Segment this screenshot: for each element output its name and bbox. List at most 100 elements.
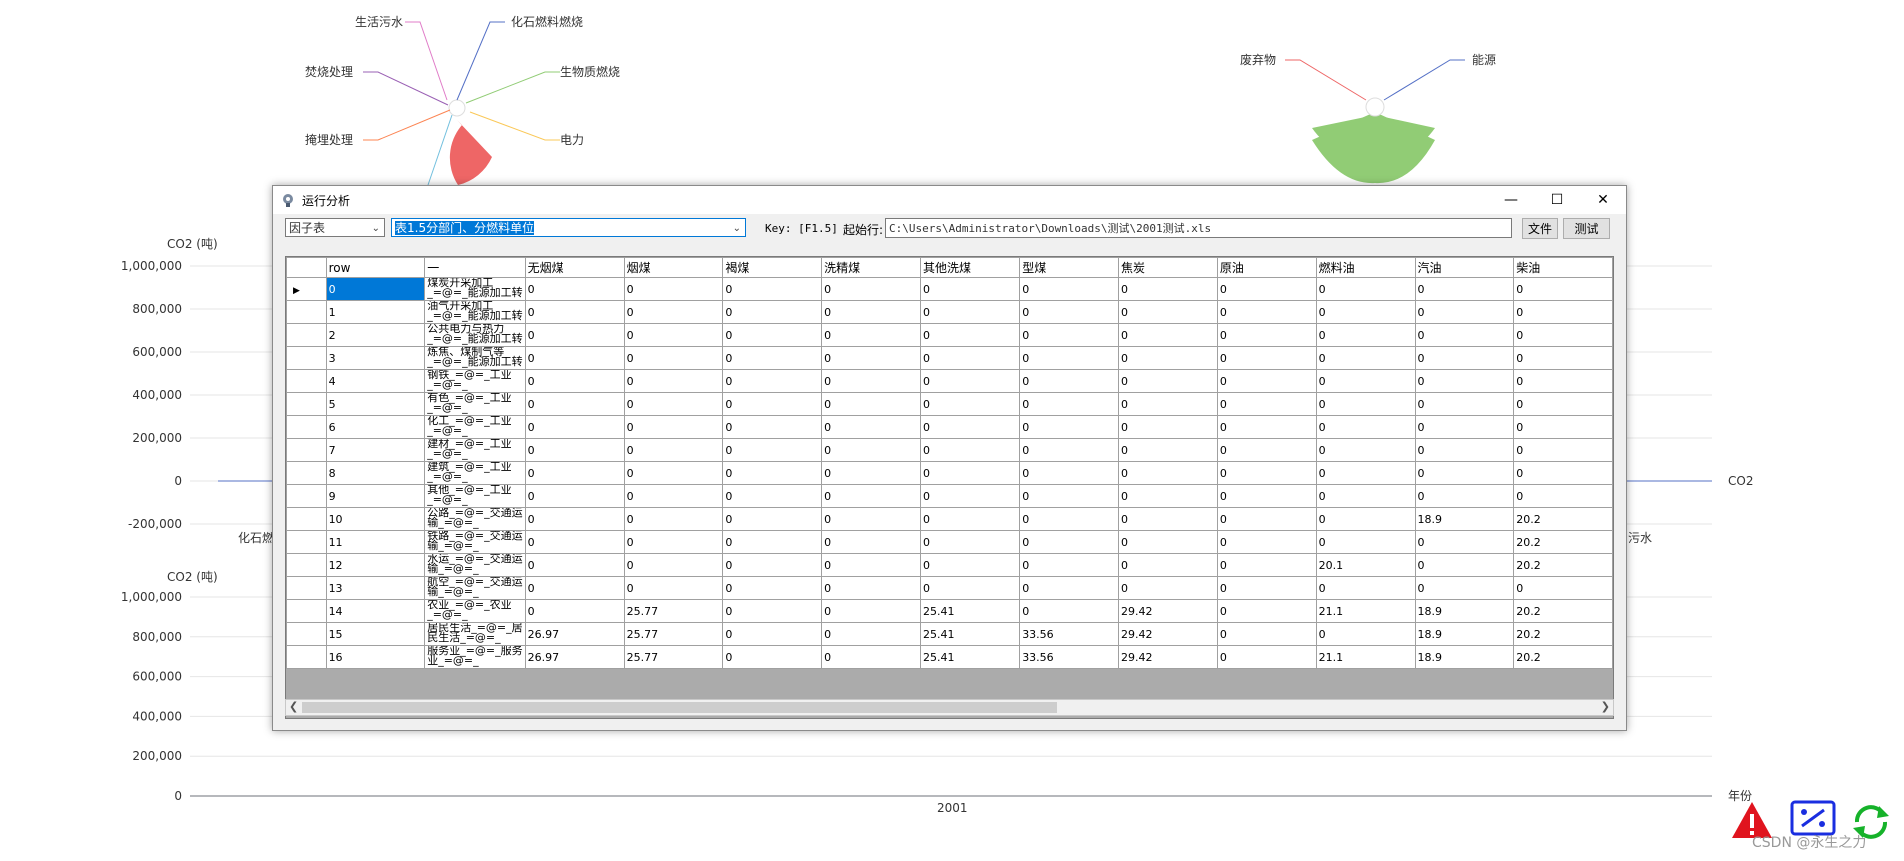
- table-cell[interactable]: 油气开采加工 _=@=_能源加工转: [424, 300, 526, 324]
- table-cell[interactable]: 0: [821, 438, 922, 462]
- table-cell[interactable]: 0: [1315, 507, 1416, 531]
- table-cell[interactable]: 有色_=@=_工业 _=@=_: [424, 392, 526, 416]
- table-cell[interactable]: 33.56: [1019, 645, 1120, 669]
- table-cell[interactable]: 16: [325, 645, 426, 669]
- table-cell[interactable]: 0: [1019, 576, 1120, 600]
- table-cell[interactable]: 0: [1513, 415, 1613, 439]
- table-cell[interactable]: 服务业_=@=_服务 业_=@=_: [424, 645, 526, 669]
- table-cell[interactable]: 0: [524, 300, 625, 324]
- table-cell[interactable]: 0: [1118, 346, 1218, 370]
- table-cell[interactable]: 0: [1315, 530, 1416, 554]
- table-cell[interactable]: 0: [623, 369, 724, 393]
- factor-select[interactable]: 因子表 ⌄: [285, 218, 385, 237]
- table-cell[interactable]: 0: [1019, 323, 1120, 347]
- table-cell[interactable]: 21.1: [1315, 645, 1416, 669]
- table-cell[interactable]: 0: [1414, 346, 1515, 370]
- table-cell[interactable]: 20.2: [1513, 622, 1613, 646]
- table-cell[interactable]: 0: [1315, 461, 1416, 485]
- row-header[interactable]: [286, 346, 327, 370]
- table-cell[interactable]: 0: [1315, 323, 1416, 347]
- row-header[interactable]: [286, 323, 327, 347]
- table-cell[interactable]: 0: [1216, 645, 1317, 669]
- table-cell[interactable]: 0: [1216, 576, 1317, 600]
- table-cell[interactable]: 0: [821, 622, 922, 646]
- row-header[interactable]: [286, 645, 327, 669]
- table-row[interactable]: 6 化工_=@=_工业 _=@=_ 0 0 0 0 0 0 0 0 0 0 0: [286, 415, 1613, 439]
- table-cell[interactable]: 0: [821, 599, 922, 623]
- table-row[interactable]: 15 居民生活_=@=_居 民生活_=@=_ 26.97 25.77 0 0 25.41 33.…: [286, 622, 1613, 646]
- table-cell[interactable]: 0: [1315, 415, 1416, 439]
- column-header[interactable]: 汽油: [1414, 257, 1515, 278]
- table-cell[interactable]: 0: [1414, 530, 1515, 554]
- table-cell[interactable]: 20.2: [1513, 645, 1613, 669]
- table-row[interactable]: 12 水运_=@=_交通运 输_=@=_ 0 0 0 0 0 0 0 0 20.1 0 20.2: [286, 553, 1613, 577]
- table-cell[interactable]: 0: [821, 346, 922, 370]
- table-cell[interactable]: 0: [623, 576, 724, 600]
- table-cell[interactable]: 化工_=@=_工业 _=@=_: [424, 415, 526, 439]
- table-cell[interactable]: 0: [920, 461, 1021, 485]
- table-cell[interactable]: 0: [1118, 369, 1218, 393]
- table-cell[interactable]: 0: [1315, 622, 1416, 646]
- table-cell[interactable]: 7: [325, 438, 426, 462]
- table-cell[interactable]: 0: [821, 645, 922, 669]
- table-cell[interactable]: 0: [821, 369, 922, 393]
- table-cell[interactable]: 0: [821, 530, 922, 554]
- table-cell[interactable]: 0: [1216, 530, 1317, 554]
- table-cell[interactable]: 29.42: [1118, 599, 1218, 623]
- table-cell[interactable]: 0: [1118, 530, 1218, 554]
- table-cell[interactable]: 0: [821, 300, 922, 324]
- column-header[interactable]: 其他洗煤: [920, 257, 1021, 278]
- table-cell[interactable]: 20.2: [1513, 599, 1613, 623]
- table-row[interactable]: 14 农业_=@=_农业 _=@=_ 0 25.77 0 0 25.41 0 29.42 0 21.1…: [286, 599, 1613, 623]
- table-cell[interactable]: 0: [1414, 415, 1515, 439]
- table-cell[interactable]: 0: [1019, 553, 1120, 577]
- table-cell[interactable]: 0: [920, 553, 1021, 577]
- table-cell[interactable]: 0: [722, 553, 823, 577]
- table-cell[interactable]: 0: [524, 530, 625, 554]
- table-select[interactable]: 表1.5分部门、分燃料单位 ⌄: [391, 218, 746, 237]
- data-grid[interactable]: row 一无烟煤 烟煤 褐煤 洗精煤 其他洗煤 型煤 焦炭 原油 燃料油 汽油 柴油 ▶ 0 煤炭开采加工…: [285, 256, 1614, 719]
- row-header[interactable]: [286, 438, 327, 462]
- table-cell[interactable]: 0: [524, 323, 625, 347]
- scroll-left-icon[interactable]: ❮: [289, 700, 298, 713]
- table-cell[interactable]: 0: [1414, 553, 1515, 577]
- table-cell[interactable]: 25.77: [623, 622, 724, 646]
- table-cell[interactable]: 0: [524, 369, 625, 393]
- table-cell[interactable]: 0: [1118, 484, 1218, 508]
- table-cell[interactable]: 0: [1414, 300, 1515, 324]
- column-header[interactable]: 无烟煤: [524, 257, 625, 278]
- table-cell[interactable]: 0: [1216, 369, 1317, 393]
- table-cell[interactable]: 0: [1216, 346, 1317, 370]
- table-cell[interactable]: 0: [722, 507, 823, 531]
- table-cell[interactable]: 29.42: [1118, 645, 1218, 669]
- column-header[interactable]: 柴油: [1513, 257, 1613, 278]
- table-cell[interactable]: 25.77: [623, 645, 724, 669]
- table-cell[interactable]: 0: [1315, 484, 1416, 508]
- table-cell[interactable]: 12: [325, 553, 426, 577]
- close-button[interactable]: ✕: [1580, 186, 1626, 214]
- table-cell[interactable]: 0: [722, 277, 823, 301]
- table-cell[interactable]: 10: [325, 507, 426, 531]
- table-cell[interactable]: 20.1: [1315, 553, 1416, 577]
- scroll-right-icon[interactable]: ❯: [1601, 700, 1610, 713]
- table-cell[interactable]: 0: [821, 507, 922, 531]
- table-cell[interactable]: 0: [722, 438, 823, 462]
- table-cell[interactable]: 0: [524, 346, 625, 370]
- table-cell[interactable]: 0: [920, 392, 1021, 416]
- table-cell[interactable]: 0: [1216, 438, 1317, 462]
- row-header[interactable]: [286, 553, 327, 577]
- table-cell[interactable]: 25.41: [920, 599, 1021, 623]
- row-header[interactable]: [286, 507, 327, 531]
- table-cell[interactable]: 0: [722, 346, 823, 370]
- table-cell[interactable]: 0: [1118, 392, 1218, 416]
- test-button[interactable]: 测试: [1563, 218, 1610, 239]
- table-row[interactable]: 16 服务业_=@=_服务 业_=@=_ 26.97 25.77 0 0 25.41 33.56…: [286, 645, 1613, 669]
- table-cell[interactable]: 8: [325, 461, 426, 485]
- table-cell[interactable]: 0: [920, 300, 1021, 324]
- row-header[interactable]: [286, 530, 327, 554]
- table-cell[interactable]: 0: [722, 622, 823, 646]
- table-cell[interactable]: 0: [524, 415, 625, 439]
- table-cell[interactable]: 0: [920, 415, 1021, 439]
- table-cell[interactable]: 0: [1118, 415, 1218, 439]
- table-cell[interactable]: 0: [722, 300, 823, 324]
